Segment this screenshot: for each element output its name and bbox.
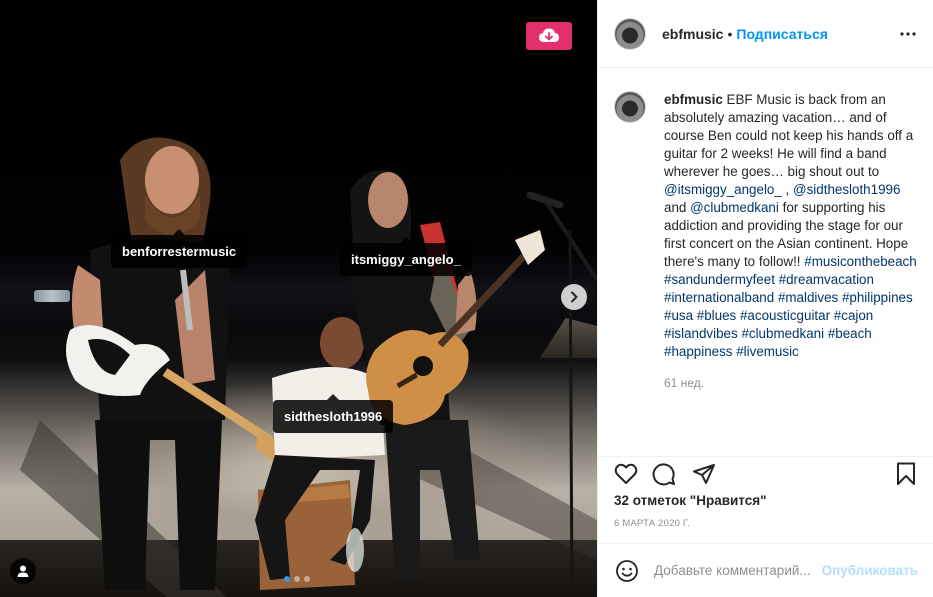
post-header: ebfmusic • Подписаться	[598, 0, 933, 68]
photo-tag-itsmiggy-angelo[interactable]: itsmiggy_angelo_	[340, 237, 472, 276]
hashtag-link[interactable]: #cajon	[834, 308, 873, 323]
mention-itsmiggy-angelo[interactable]: @itsmiggy_angelo_	[664, 182, 782, 197]
download-button[interactable]	[526, 22, 572, 50]
caption-timestamp[interactable]: 61 нед.	[664, 374, 920, 392]
more-horizontal-icon	[900, 32, 916, 36]
emoji-button[interactable]	[614, 558, 640, 584]
caption-text: and	[664, 200, 687, 215]
post-actions	[598, 456, 933, 490]
comment-input[interactable]	[654, 563, 814, 578]
heart-icon	[614, 463, 638, 484]
author-username[interactable]: ebfmusic	[662, 26, 723, 42]
caption-paragraph: ebfmusic EBF Music is back from an absol…	[664, 91, 920, 361]
hashtag-link[interactable]: #philippines	[842, 290, 913, 305]
hashtag-link[interactable]: #acousticguitar	[740, 308, 830, 323]
more-options-button[interactable]	[898, 24, 918, 44]
carousel-dot	[304, 576, 310, 582]
bookmark-button[interactable]	[892, 460, 920, 488]
post-caption: ebfmusic EBF Music is back from an absol…	[614, 91, 920, 392]
mention-clubmedkani[interactable]: @clubmedkani	[690, 200, 779, 215]
carousel-next-button[interactable]	[561, 284, 587, 310]
likes-count[interactable]: 32 отметок "Нравится"	[614, 493, 767, 508]
chevron-right-icon	[571, 291, 578, 303]
photo-tag-sidthesloth1996[interactable]: sidthesloth1996	[273, 394, 394, 433]
comment-button[interactable]	[650, 460, 678, 488]
add-comment-bar: Опубликовать	[598, 543, 933, 597]
post-date: 6 марта 2020 г.	[614, 518, 690, 529]
caption-text: ,	[785, 182, 790, 197]
carousel-dot	[284, 576, 290, 582]
hashtag-link[interactable]: #internationalband	[664, 290, 774, 305]
carousel-dot	[294, 576, 300, 582]
avatar[interactable]	[614, 17, 646, 50]
hashtag-link[interactable]: #usa	[664, 308, 693, 323]
post-photo[interactable]: benforrestermusic itsmiggy_angelo_ sidth…	[0, 0, 597, 597]
hashtag-link[interactable]: #islandvibes	[664, 326, 738, 341]
hashtag-link[interactable]: #sandundermyfeet	[664, 272, 775, 287]
hashtag-link[interactable]: #musiconthebeach	[804, 254, 916, 269]
bookmark-icon	[897, 462, 915, 485]
post-details-panel: ebfmusic • Подписаться ebfmusic EBF Musi…	[597, 0, 933, 597]
photo-tag-benforrestermusic[interactable]: benforrestermusic	[111, 229, 248, 268]
cloud-download-icon	[539, 28, 559, 42]
share-button[interactable]	[690, 460, 718, 488]
avatar[interactable]	[614, 91, 646, 123]
hashtag-link[interactable]: #maldives	[778, 290, 838, 305]
hashtag-link[interactable]: #happiness	[664, 344, 733, 359]
hashtag-link[interactable]: #dreamvacation	[779, 272, 874, 287]
comment-icon	[652, 463, 675, 486]
hashtag-link[interactable]: #beach	[828, 326, 872, 341]
hashtag-link[interactable]: #livemusic	[736, 344, 799, 359]
caption-body: ebfmusic EBF Music is back from an absol…	[664, 91, 920, 392]
carousel-indicator	[284, 576, 310, 582]
hashtag-link[interactable]: #clubmedkani	[741, 326, 824, 341]
hashtag-link[interactable]: #blues	[697, 308, 736, 323]
show-tags-button[interactable]	[10, 558, 36, 584]
emoji-icon	[616, 559, 638, 582]
share-icon	[693, 464, 715, 484]
user-icon	[17, 565, 29, 577]
caption-username[interactable]: ebfmusic	[664, 92, 723, 107]
like-button[interactable]	[612, 460, 640, 488]
post-comment-button[interactable]: Опубликовать	[822, 563, 918, 578]
mention-sidthesloth1996[interactable]: @sidthesloth1996	[793, 182, 900, 197]
band-illustration	[20, 137, 597, 597]
header-separator: •	[727, 25, 733, 42]
follow-button[interactable]: Подписаться	[736, 26, 828, 42]
